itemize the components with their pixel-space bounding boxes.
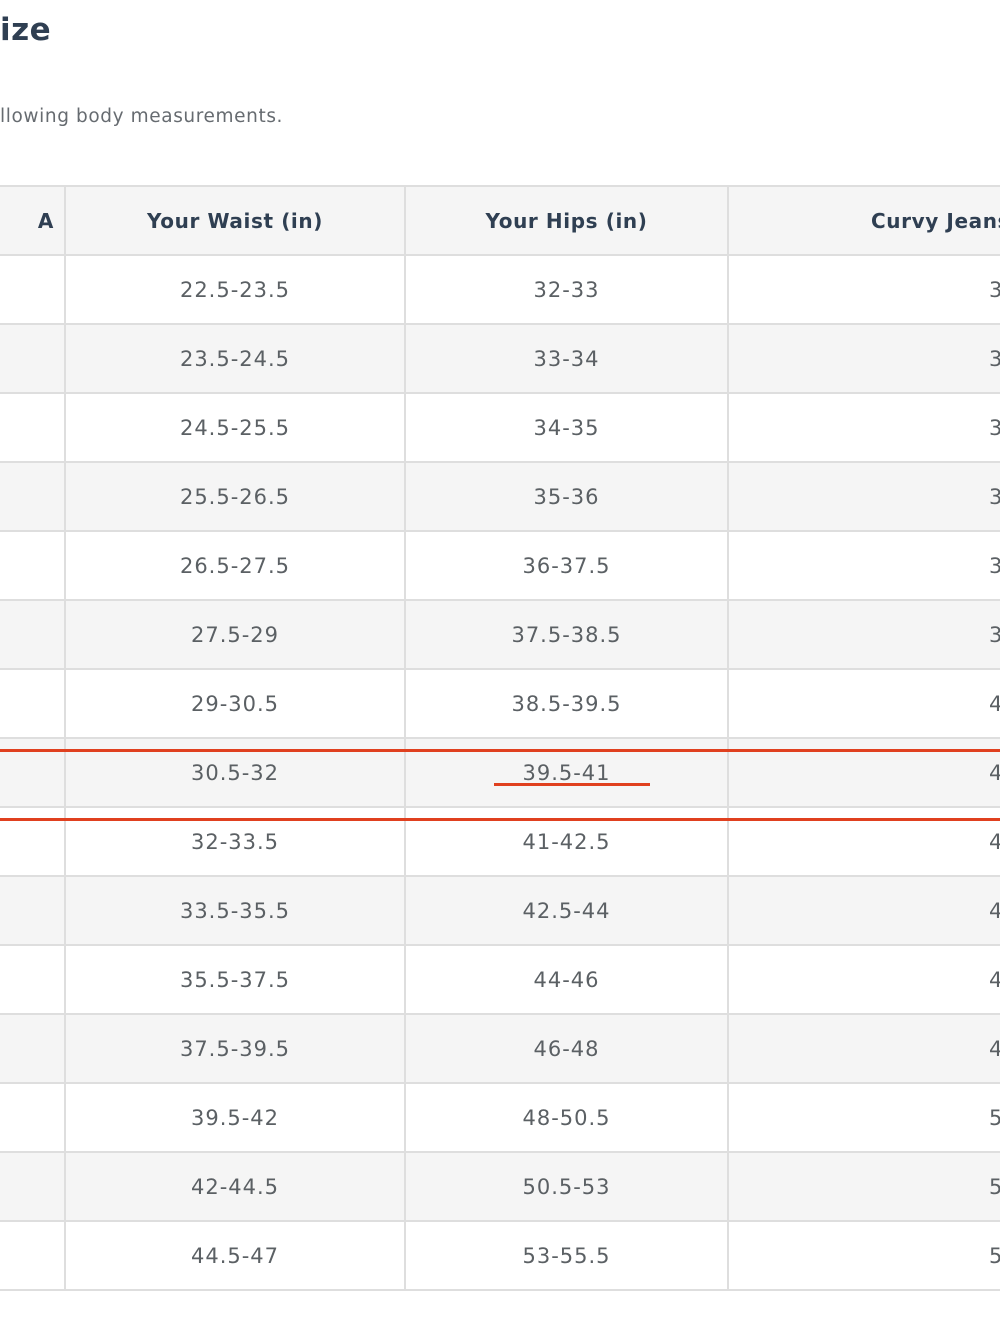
table-row: 29-30.538.5-39.540. (0, 668, 1000, 739)
header-size: A (0, 185, 66, 256)
cell-curvy-jeans: 55 (727, 1220, 1000, 1291)
cell-waist: 42-44.5 (64, 1151, 406, 1222)
cell-waist: 27.5-29 (64, 599, 406, 670)
cell-curvy-jeans: 44 (727, 875, 1000, 946)
table-row: 837.5-39.546-484 (0, 1013, 1000, 1084)
cell-hips: 33-34 (404, 323, 729, 394)
table-body: 022.5-23.532-333023.5-24.533-34324.5-25.… (0, 254, 1000, 1291)
highlight-line-bottom (0, 818, 1000, 821)
cell-size: 8 (0, 1013, 66, 1084)
table-row: 023.5-24.533-343 (0, 323, 1000, 394)
cell-size: 0 (0, 323, 66, 394)
cell-hips: 37.5-38.5 (404, 599, 729, 670)
cell-size (0, 668, 66, 739)
cell-waist: 24.5-25.5 (64, 392, 406, 463)
cell-waist: 39.5-42 (64, 1082, 406, 1153)
cell-size: 0 (0, 1082, 66, 1153)
cell-hips: 34-35 (404, 392, 729, 463)
cell-size: 2 (0, 1151, 66, 1222)
cell-size: 6 (0, 944, 66, 1015)
cell-size: 4 (0, 1220, 66, 1291)
cell-hips: 53-55.5 (404, 1220, 729, 1291)
cell-curvy-jeans: 38 (727, 530, 1000, 601)
cell-size (0, 461, 66, 532)
table-row: 039.5-4248-50.550 (0, 1082, 1000, 1153)
strikethrough-mark (494, 783, 650, 786)
cell-size: 0 (0, 254, 66, 325)
table-row: 27.5-2937.5-38.539. (0, 599, 1000, 670)
cell-waist: 25.5-26.5 (64, 461, 406, 532)
cell-hips: 50.5-53 (404, 1151, 729, 1222)
cell-hips: 38.5-39.5 (404, 668, 729, 739)
table-row: 25.5-26.535-363 (0, 461, 1000, 532)
cell-size (0, 392, 66, 463)
table-row: 635.5-37.544-464 (0, 944, 1000, 1015)
cell-waist: 23.5-24.5 (64, 323, 406, 394)
cell-size (0, 599, 66, 670)
cell-curvy-jeans: 39. (727, 599, 1000, 670)
cell-hips: 48-50.5 (404, 1082, 729, 1153)
highlight-line-top (0, 749, 1000, 752)
cell-curvy-jeans: 4 (727, 944, 1000, 1015)
cell-hips: 46-48 (404, 1013, 729, 1084)
page-title: ize (0, 12, 52, 48)
cell-hips: 42.5-44 (404, 875, 729, 946)
table-row: 24.5-25.534-353 (0, 392, 1000, 463)
cell-curvy-jeans: 50 (727, 1082, 1000, 1153)
cell-curvy-jeans: 3 (727, 461, 1000, 532)
size-chart-table: A Your Waist (in) Your Hips (in) Curvy J… (0, 185, 1000, 1291)
table-row: 022.5-23.532-333 (0, 254, 1000, 325)
intro-text: llowing body measurements. (0, 106, 284, 127)
table-row: 26.5-27.536-37.538 (0, 530, 1000, 601)
cell-curvy-jeans: 3 (727, 323, 1000, 394)
cell-waist: 33.5-35.5 (64, 875, 406, 946)
cell-waist: 44.5-47 (64, 1220, 406, 1291)
cell-waist: 22.5-23.5 (64, 254, 406, 325)
cell-hips: 32-33 (404, 254, 729, 325)
cell-hips: 35-36 (404, 461, 729, 532)
table-row: 433.5-35.542.5-4444 (0, 875, 1000, 946)
header-hips: Your Hips (in) (404, 185, 729, 256)
cell-curvy-jeans: 52 (727, 1151, 1000, 1222)
size-chart-container[interactable]: A Your Waist (in) Your Hips (in) Curvy J… (0, 185, 1000, 1311)
cell-curvy-jeans: 3 (727, 254, 1000, 325)
cell-hips: 44-46 (404, 944, 729, 1015)
cell-waist: 26.5-27.5 (64, 530, 406, 601)
cell-size: 4 (0, 875, 66, 946)
table-row: 444.5-4753-55.555 (0, 1220, 1000, 1291)
cell-size (0, 530, 66, 601)
table-row: 242-44.550.5-5352 (0, 1151, 1000, 1222)
cell-waist: 29-30.5 (64, 668, 406, 739)
cell-curvy-jeans: 40. (727, 668, 1000, 739)
header-row: A Your Waist (in) Your Hips (in) Curvy J… (0, 185, 1000, 256)
header-curvy-jeans: Curvy Jeans (727, 185, 1000, 256)
cell-hips: 36-37.5 (404, 530, 729, 601)
header-waist: Your Waist (in) (64, 185, 406, 256)
cell-curvy-jeans: 3 (727, 392, 1000, 463)
cell-curvy-jeans: 4 (727, 1013, 1000, 1084)
cell-waist: 35.5-37.5 (64, 944, 406, 1015)
cell-waist: 37.5-39.5 (64, 1013, 406, 1084)
